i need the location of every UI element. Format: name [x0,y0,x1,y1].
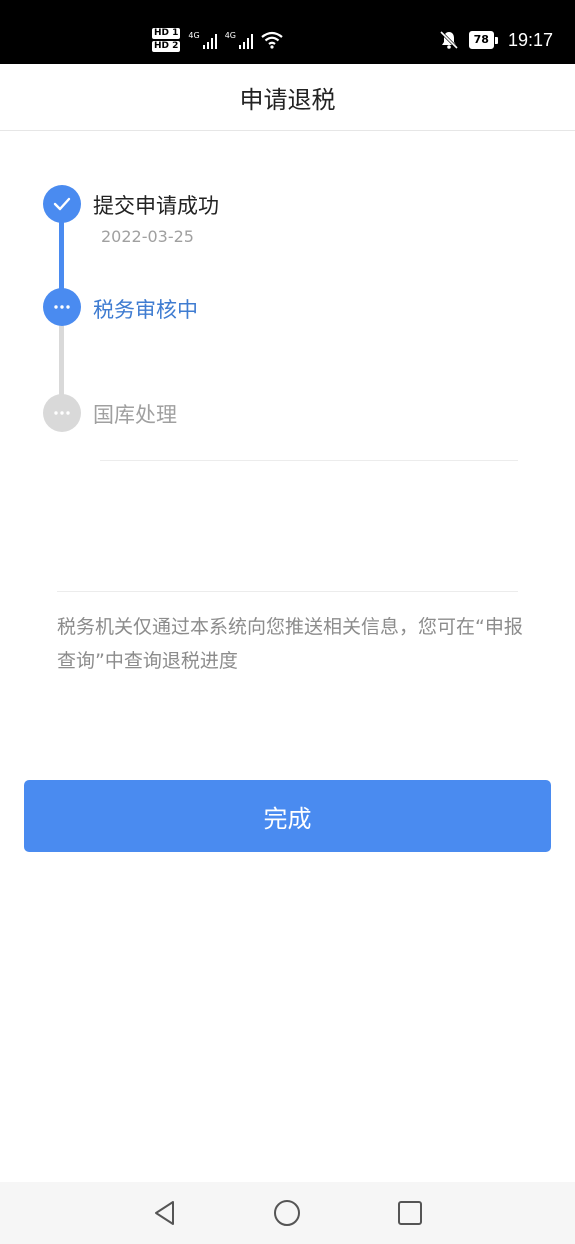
recent-square-icon[interactable] [395,1198,425,1228]
step-1-title: 提交申请成功 [93,194,219,218]
signal-1-icon: 4G [188,31,217,49]
ellipsis-icon [54,305,70,309]
step-2-title: 税务审核中 [93,298,198,322]
ellipsis-icon [54,411,70,415]
home-circle-icon[interactable] [272,1198,302,1228]
step-3-status-node [43,394,81,432]
system-navigation-bar [0,1182,575,1244]
step-3-title: 国库处理 [93,403,177,427]
battery-icon: 78 [468,31,498,49]
signal-2-icon: 4G [225,31,253,49]
refund-notice: 税务机关仅通过本系统向您推送相关信息，您可在“申报查询”中查询退税进度 [57,616,523,672]
status-time: 19:17 [507,29,553,50]
sim1-hd-badge: HD 1 [152,28,181,39]
step-1-date: 2022-03-25 [101,227,194,246]
check-icon [53,197,71,211]
battery-level: 78 [468,31,494,49]
wifi-icon [261,31,283,49]
network-type-2: 4G [224,31,236,40]
step-1-status-node [43,185,81,223]
status-bar: HD 1 HD 2 4G 4G 78 19:17 [0,0,575,64]
page-title: 申请退税 [239,85,336,114]
status-bar-right: 78 19:17 [439,24,553,56]
network-type-1: 4G [188,31,200,40]
timeline-divider [100,460,518,461]
done-button[interactable]: 完成 [24,780,551,852]
back-triangle-icon[interactable] [150,1198,180,1228]
notice-divider [57,591,518,592]
sim-indicators: HD 1 HD 2 [152,28,181,52]
sim2-hd-badge: HD 2 [152,41,181,52]
status-bar-left: HD 1 HD 2 4G 4G [152,24,283,56]
mute-bell-icon [439,30,458,50]
nav-header: 申请退税 [0,64,575,131]
step-2-status-node [43,288,81,326]
